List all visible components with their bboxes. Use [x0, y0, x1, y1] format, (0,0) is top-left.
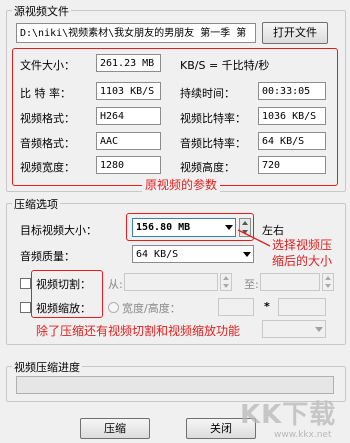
- target-size-value: 156.80 MB: [136, 222, 191, 233]
- video-width-label: 视频宽度：: [20, 161, 75, 174]
- video-cut-label: 视频切割：: [36, 278, 91, 291]
- audio-quality-label: 音频质量：: [20, 250, 75, 263]
- video-height-value: 720: [258, 156, 326, 174]
- dropdown-arrow-icon: [315, 327, 323, 332]
- source-params-annotation: 原视频的参数: [142, 176, 221, 193]
- target-size-annotation-line1: 选择视频压: [272, 238, 333, 252]
- audio-bitrate-label: 音频比特率：: [180, 137, 246, 150]
- source-video-group-title: 源视频文件: [12, 3, 71, 19]
- file-path-field[interactable]: D:\niki\视频素材\我女朋友的男朋友 第一季 第: [16, 23, 256, 43]
- scale-preset-dropdown[interactable]: [262, 320, 326, 338]
- video-format-label: 视频格式：: [20, 112, 75, 125]
- audio-bitrate-value: 64 KB/S: [258, 132, 326, 150]
- bitrate-value: 1103 KB/S: [96, 82, 161, 100]
- video-cut-checkbox[interactable]: [20, 278, 31, 289]
- spin-up-icon: [242, 221, 248, 225]
- scale-height-field[interactable]: [278, 298, 326, 316]
- cut-start-spinner[interactable]: [220, 273, 232, 291]
- audio-quality-value: 64 KB/S: [136, 249, 179, 260]
- spin-down-icon: [325, 284, 331, 288]
- spin-up-icon: [223, 276, 229, 280]
- video-height-label: 视频高度：: [180, 161, 235, 174]
- cut-end-spinner[interactable]: [322, 273, 334, 291]
- video-bitrate-value: 1036 KB/S: [258, 107, 326, 125]
- duration-value: 00:33:05: [258, 82, 326, 100]
- audio-format-value: AAC: [96, 132, 161, 150]
- kbs-note: KB/S = 千比特/秒: [180, 59, 270, 72]
- video-scale-checkbox[interactable]: [20, 302, 31, 313]
- compress-options-group-title: 压缩选项: [12, 196, 60, 212]
- to-label: 至:: [244, 278, 259, 291]
- file-size-value: 261.23 MB: [96, 54, 161, 72]
- target-size-label: 目标视频大小：: [20, 224, 97, 237]
- watermark-logo: KK下载: [240, 400, 337, 430]
- video-bitrate-label: 视频比特率：: [180, 112, 246, 125]
- spin-up-icon: [325, 276, 331, 280]
- target-size-annotation-line2: 缩后的大小: [272, 254, 333, 268]
- video-scale-label: 视频缩放：: [36, 302, 91, 315]
- dropdown-arrow-icon: [225, 225, 233, 230]
- audio-quality-dropdown[interactable]: 64 KB/S: [132, 245, 254, 263]
- dropdown-arrow-icon: [243, 252, 251, 257]
- open-file-button[interactable]: 打开文件: [262, 22, 328, 44]
- from-label: 从:: [108, 278, 123, 291]
- compress-button[interactable]: 压缩: [80, 418, 150, 439]
- multiply-sign: *: [264, 300, 270, 313]
- audio-format-label: 音频格式：: [20, 137, 75, 150]
- compress-progress-bar: [16, 376, 334, 394]
- progress-group-title: 视频压缩进度: [12, 359, 82, 375]
- scale-width-field[interactable]: [218, 298, 254, 316]
- video-width-value: 1280: [96, 156, 161, 174]
- cut-end-field[interactable]: [260, 273, 320, 291]
- spin-down-icon: [223, 284, 229, 288]
- bitrate-label: 比 特 率：: [20, 87, 71, 100]
- file-size-label: 文件大小：: [20, 59, 75, 72]
- duration-label: 持续时间：: [180, 87, 235, 100]
- cut-start-field[interactable]: [124, 273, 218, 291]
- width-height-label: 宽度/高度：: [122, 302, 181, 315]
- video-format-value: H264: [96, 107, 161, 125]
- features-annotation: 除了压缩还有视频切割和视频缩放功能: [36, 324, 241, 338]
- target-size-dropdown[interactable]: 156.80 MB: [132, 218, 236, 237]
- watermark-url: www.kkx.net: [274, 430, 332, 440]
- width-height-radio[interactable]: [108, 302, 119, 313]
